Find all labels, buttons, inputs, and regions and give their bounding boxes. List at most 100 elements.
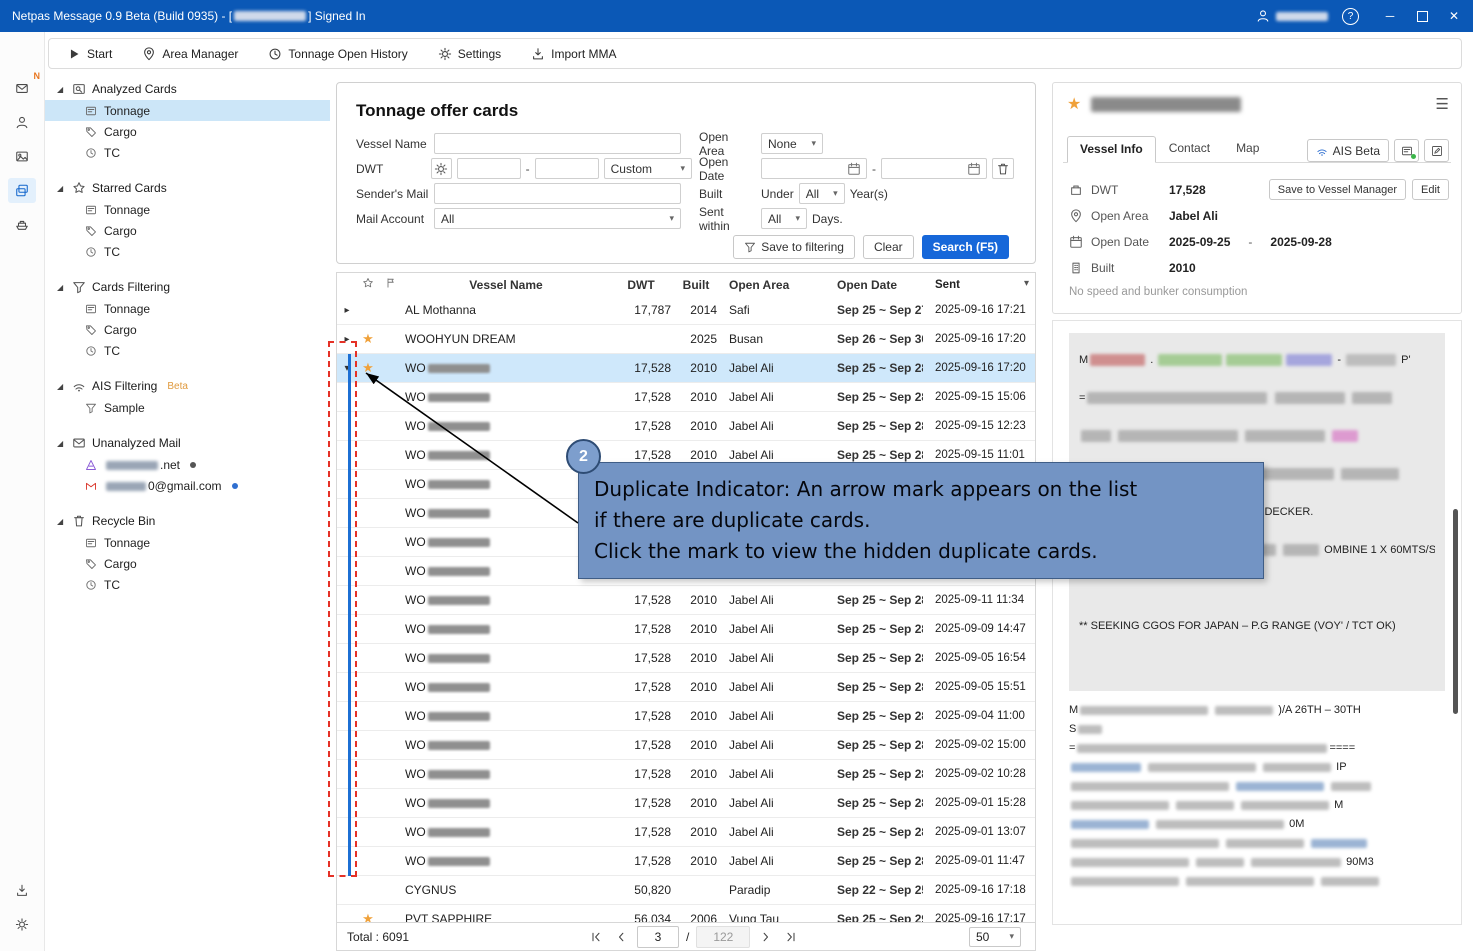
column-sent[interactable]: Sent — [923, 279, 1035, 291]
last-page-button[interactable] — [782, 928, 800, 946]
save-card-button[interactable] — [1394, 139, 1419, 162]
star-icon[interactable]: ★ — [362, 911, 374, 922]
table-row[interactable]: WO17,5282010Jabel AliSep 25 ~ Sep 282025… — [337, 760, 1035, 789]
table-row[interactable]: CYGNUS50,820ParadipSep 22 ~ Sep 252025-0… — [337, 876, 1035, 905]
flag-column-header-icon[interactable] — [385, 277, 397, 289]
sidebar-item-cargo[interactable]: Cargo — [45, 553, 330, 574]
dwt-min-input[interactable] — [457, 158, 521, 179]
collapse-triangle-icon[interactable]: ◢ — [57, 184, 66, 193]
maximize-button[interactable] — [1407, 3, 1437, 29]
sidebar-item-tonnage[interactable]: Tonnage — [45, 199, 330, 220]
dwt-preset-select[interactable]: Custom▾ — [604, 158, 692, 179]
rail-settings-button[interactable] — [8, 912, 36, 937]
sidebar-item-cargo[interactable]: Cargo — [45, 121, 330, 142]
star-icon[interactable]: ★ — [362, 360, 374, 375]
sidebar-item-tonnage[interactable]: Tonnage — [45, 532, 330, 553]
duplicate-expand-icon[interactable]: ▸ — [337, 334, 357, 345]
sidebar-item-tc[interactable]: TC — [45, 340, 330, 361]
table-row[interactable]: WO17,5282010Jabel AliSep 25 ~ Sep 282025… — [337, 412, 1035, 441]
next-page-button[interactable] — [757, 928, 775, 946]
table-row[interactable]: WO17,5282010Jabel AliSep 25 ~ Sep 282025… — [337, 789, 1035, 818]
table-row[interactable]: ★PVT SAPPHIRE56,0342006Vung TauSep 25 ~ … — [337, 905, 1035, 922]
page-input[interactable]: 3 — [637, 926, 679, 948]
panel-menu-icon[interactable]: ☰ — [1436, 95, 1449, 113]
toolbar-area-manager[interactable]: Area Manager — [142, 47, 238, 61]
sent-within-select[interactable]: All▾ — [761, 208, 807, 229]
table-row[interactable]: WO17,5282010Jabel AliSep 25 ~ Sep 282025… — [337, 615, 1035, 644]
star-column-header-icon[interactable] — [362, 277, 374, 289]
help-button[interactable]: ? — [1342, 8, 1359, 25]
clear-button[interactable]: Clear — [863, 235, 914, 259]
vessel-star-icon[interactable]: ★ — [1067, 94, 1081, 114]
collapse-triangle-icon[interactable]: ◢ — [57, 517, 66, 526]
edit-button[interactable]: Edit — [1412, 179, 1449, 200]
rail-gallery-button[interactable] — [8, 144, 36, 169]
toolbar-start[interactable]: Start — [67, 47, 112, 61]
save-to-filtering-button[interactable]: Save to filtering — [733, 235, 855, 259]
senders-mail-input[interactable] — [434, 183, 681, 204]
minimize-button[interactable]: ─ — [1375, 3, 1405, 29]
tab-vessel-info[interactable]: Vessel Info — [1067, 136, 1156, 163]
collapse-triangle-icon[interactable]: ◢ — [57, 439, 66, 448]
column-filter-icon[interactable]: ▾ — [1024, 278, 1029, 289]
rail-download-button[interactable] — [8, 878, 36, 903]
table-row[interactable]: ▸★WOOHYUN DREAM2025BusanSep 26 ~ Sep 302… — [337, 325, 1035, 354]
sidebar-section-unanalyzed-mail[interactable]: ◢Unanalyzed Mail — [45, 432, 330, 454]
vessel-name-input[interactable] — [434, 133, 681, 154]
search-button[interactable]: Search (F5) — [922, 235, 1009, 259]
table-row[interactable]: WO17,5282010Jabel AliSep 25 ~ Sep 282025… — [337, 818, 1035, 847]
dwt-settings-button[interactable] — [431, 158, 452, 179]
close-button[interactable]: ✕ — [1439, 3, 1469, 29]
sidebar-item-mail-account[interactable]: .net — [45, 454, 330, 475]
sidebar-section-starred-cards[interactable]: ◢Starred Cards — [45, 177, 330, 199]
sidebar-section-ais-filtering[interactable]: ◢AIS FilteringBeta — [45, 375, 330, 397]
sidebar-section-cards-filtering[interactable]: ◢Cards Filtering — [45, 276, 330, 298]
rail-mail-button[interactable]: N — [8, 76, 36, 101]
collapse-triangle-icon[interactable]: ◢ — [57, 382, 66, 391]
first-page-button[interactable] — [587, 928, 605, 946]
table-row[interactable]: WO17,5282010Jabel AliSep 25 ~ Sep 282025… — [337, 586, 1035, 615]
open-date-clear-button[interactable] — [992, 158, 1014, 179]
table-row[interactable]: ▸AL Mothanna17,7872014SafiSep 25 ~ Sep 2… — [337, 296, 1035, 325]
message-scrollbar[interactable] — [1453, 509, 1458, 714]
sidebar-item-tc[interactable]: TC — [45, 142, 330, 163]
collapse-triangle-icon[interactable]: ◢ — [57, 283, 66, 292]
tab-contact[interactable]: Contact — [1156, 135, 1223, 162]
sidebar-item-sample[interactable]: Sample — [45, 397, 330, 418]
sidebar-section-recycle-bin[interactable]: ◢Recycle Bin — [45, 510, 330, 532]
tab-map[interactable]: Map — [1223, 135, 1272, 162]
table-row[interactable]: WO17,5282010Jabel AliSep 25 ~ Sep 282025… — [337, 731, 1035, 760]
open-date-from-input[interactable] — [761, 158, 867, 179]
sidebar-item-tc[interactable]: TC — [45, 241, 330, 262]
column-open-date[interactable]: Open Date — [823, 278, 923, 292]
table-row[interactable]: WO17,5282010Jabel AliSep 25 ~ Sep 282025… — [337, 702, 1035, 731]
sidebar-item-cargo[interactable]: Cargo — [45, 319, 330, 340]
save-to-vessel-manager-button[interactable]: Save to Vessel Manager — [1269, 179, 1406, 200]
collapse-triangle-icon[interactable]: ◢ — [57, 85, 66, 94]
user-menu[interactable] — [1256, 9, 1330, 23]
sidebar-item-cargo[interactable]: Cargo — [45, 220, 330, 241]
column-built[interactable]: Built — [673, 278, 719, 292]
sidebar-item-tonnage[interactable]: Tonnage — [45, 298, 330, 319]
open-date-to-input[interactable] — [881, 158, 987, 179]
prev-page-button[interactable] — [612, 928, 630, 946]
toolbar-import-mma[interactable]: Import MMA — [531, 47, 616, 61]
column-dwt[interactable]: DWT — [609, 278, 673, 292]
duplicate-expand-icon[interactable]: ▸ — [337, 305, 357, 316]
star-icon[interactable]: ★ — [362, 331, 374, 346]
sidebar-item-tonnage[interactable]: Tonnage — [45, 100, 330, 121]
mail-account-select[interactable]: All▾ — [434, 208, 681, 229]
duplicate-expand-icon[interactable]: ▾ — [337, 363, 357, 374]
ais-beta-button[interactable]: AIS Beta — [1307, 139, 1389, 162]
table-row[interactable]: WO17,5282010Jabel AliSep 25 ~ Sep 282025… — [337, 847, 1035, 876]
sidebar-item-tc[interactable]: TC — [45, 574, 330, 595]
table-row[interactable]: WO17,5282010Jabel AliSep 25 ~ Sep 282025… — [337, 673, 1035, 702]
page-size-select[interactable]: 50▾ — [969, 927, 1021, 947]
rail-contacts-button[interactable] — [8, 110, 36, 135]
open-area-select[interactable]: None▾ — [761, 133, 823, 154]
column-vessel-name[interactable]: Vessel Name — [403, 278, 609, 292]
built-select[interactable]: All▾ — [799, 183, 845, 204]
compose-button[interactable] — [1424, 139, 1449, 162]
sidebar-section-analyzed-cards[interactable]: ◢Analyzed Cards — [45, 78, 330, 100]
toolbar-settings[interactable]: Settings — [438, 47, 501, 61]
